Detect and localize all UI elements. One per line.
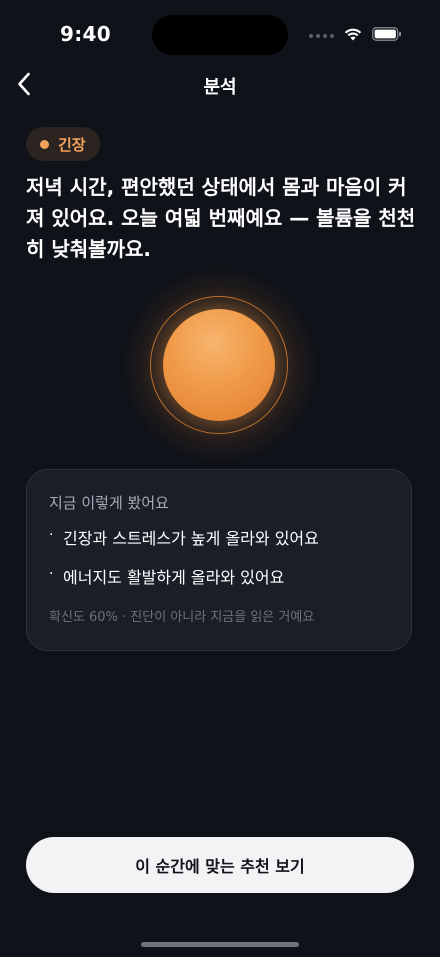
home-indicator[interactable]	[141, 942, 299, 947]
card-title: 지금 이렇게 봤어요	[49, 494, 169, 512]
mood-orb	[120, 266, 320, 466]
confidence-note: 확신도 60% · 진단이 아니라 지금을 읽은 거예요	[49, 610, 315, 625]
bullet-icon: ·	[49, 566, 54, 582]
reading-item-text: 긴장과 스트레스가 높게 올라와 있어요	[63, 529, 319, 548]
page-title: 분석	[203, 77, 237, 98]
headline: 저녁 시간, 편안했던 상태에서 몸과 마음이 커져 있어요. 오늘 여덟 번째…	[26, 175, 416, 261]
orb-sphere	[163, 309, 275, 421]
reading-item: · 긴장과 스트레스가 높게 올라와 있어요	[49, 528, 389, 550]
reading-item-text: 에너지도 활발하게 올라와 있어요	[63, 568, 285, 587]
state-chip: 긴장	[26, 127, 100, 161]
wifi-icon	[344, 26, 362, 45]
nav-bar: 분석	[0, 62, 440, 108]
dynamic-island	[152, 15, 288, 55]
battery-icon	[372, 26, 402, 45]
status-time: 9:40	[60, 22, 111, 46]
cellular-signal-icon	[309, 33, 334, 38]
status-icons	[309, 26, 402, 45]
status-bar: 9:40	[0, 0, 440, 70]
reading-card: 지금 이렇게 봤어요 · 긴장과 스트레스가 높게 올라와 있어요 · 에너지도…	[26, 469, 412, 651]
reading-item: · 에너지도 활발하게 올라와 있어요	[49, 567, 389, 589]
state-label: 긴장	[58, 135, 86, 154]
bullet-icon: ·	[49, 527, 54, 543]
see-recommendations-button[interactable]: 이 순간에 맞는 추천 보기	[26, 837, 414, 893]
state-dot-icon	[40, 139, 49, 149]
